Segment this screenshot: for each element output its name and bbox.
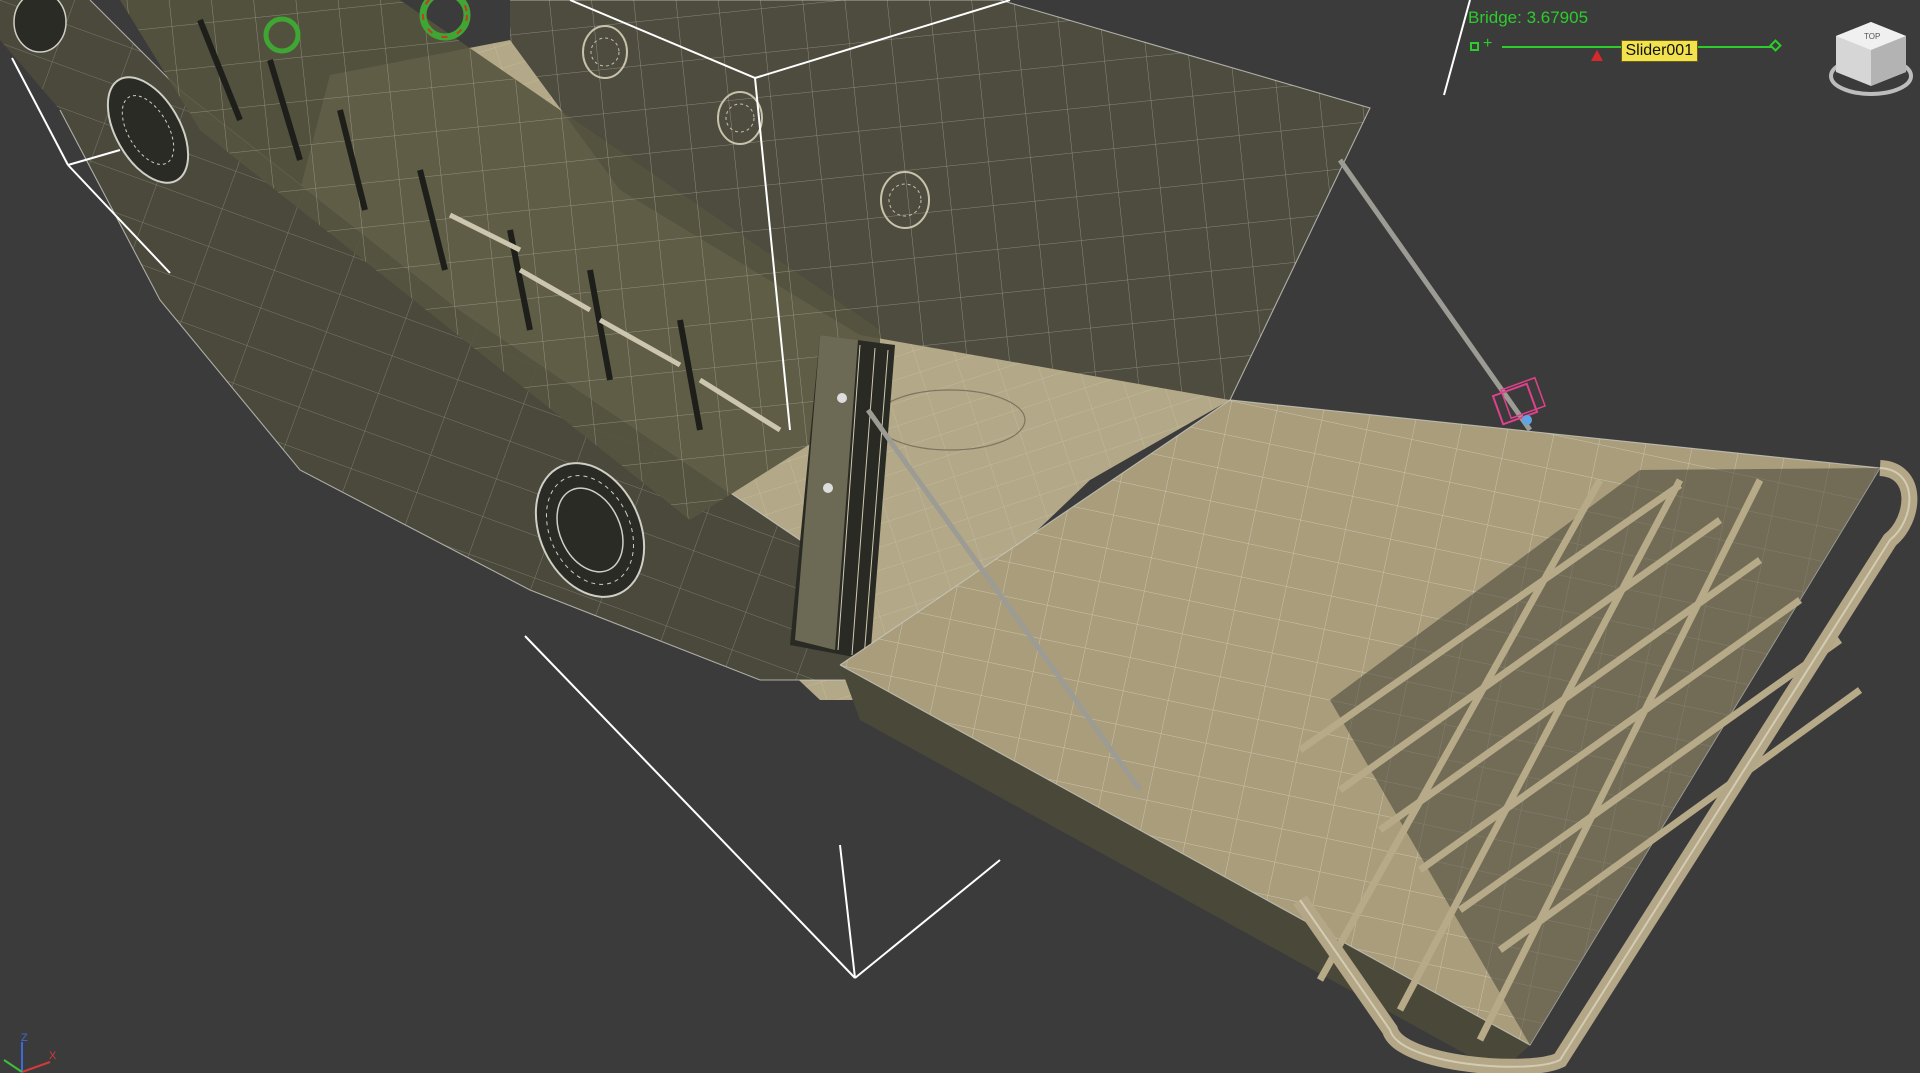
viewcube-icon[interactable]: TOP bbox=[1826, 14, 1916, 104]
parameter-readout: Bridge: 3.67905 bbox=[1468, 8, 1589, 27]
viewport[interactable]: Bridge: 3.67905 + Slider001 TOP Z X bbox=[0, 0, 1920, 1073]
axis-z-label: Z bbox=[21, 1032, 28, 1044]
viewcube-face-label: TOP bbox=[1864, 32, 1881, 41]
slider-plus-icon: + bbox=[1483, 35, 1493, 52]
slider-start-handle[interactable] bbox=[1470, 42, 1479, 51]
slider-thumb-icon[interactable] bbox=[1590, 50, 1603, 61]
slider-end-handle[interactable] bbox=[1769, 39, 1782, 52]
tire-fender-corner[interactable] bbox=[13, 0, 67, 53]
axis-x-label: X bbox=[49, 1050, 57, 1062]
slider-name-label[interactable]: Slider001 bbox=[1620, 40, 1699, 62]
axis-tripod-icon: Z X bbox=[0, 1030, 60, 1073]
scene-canvas[interactable] bbox=[0, 0, 1920, 1073]
